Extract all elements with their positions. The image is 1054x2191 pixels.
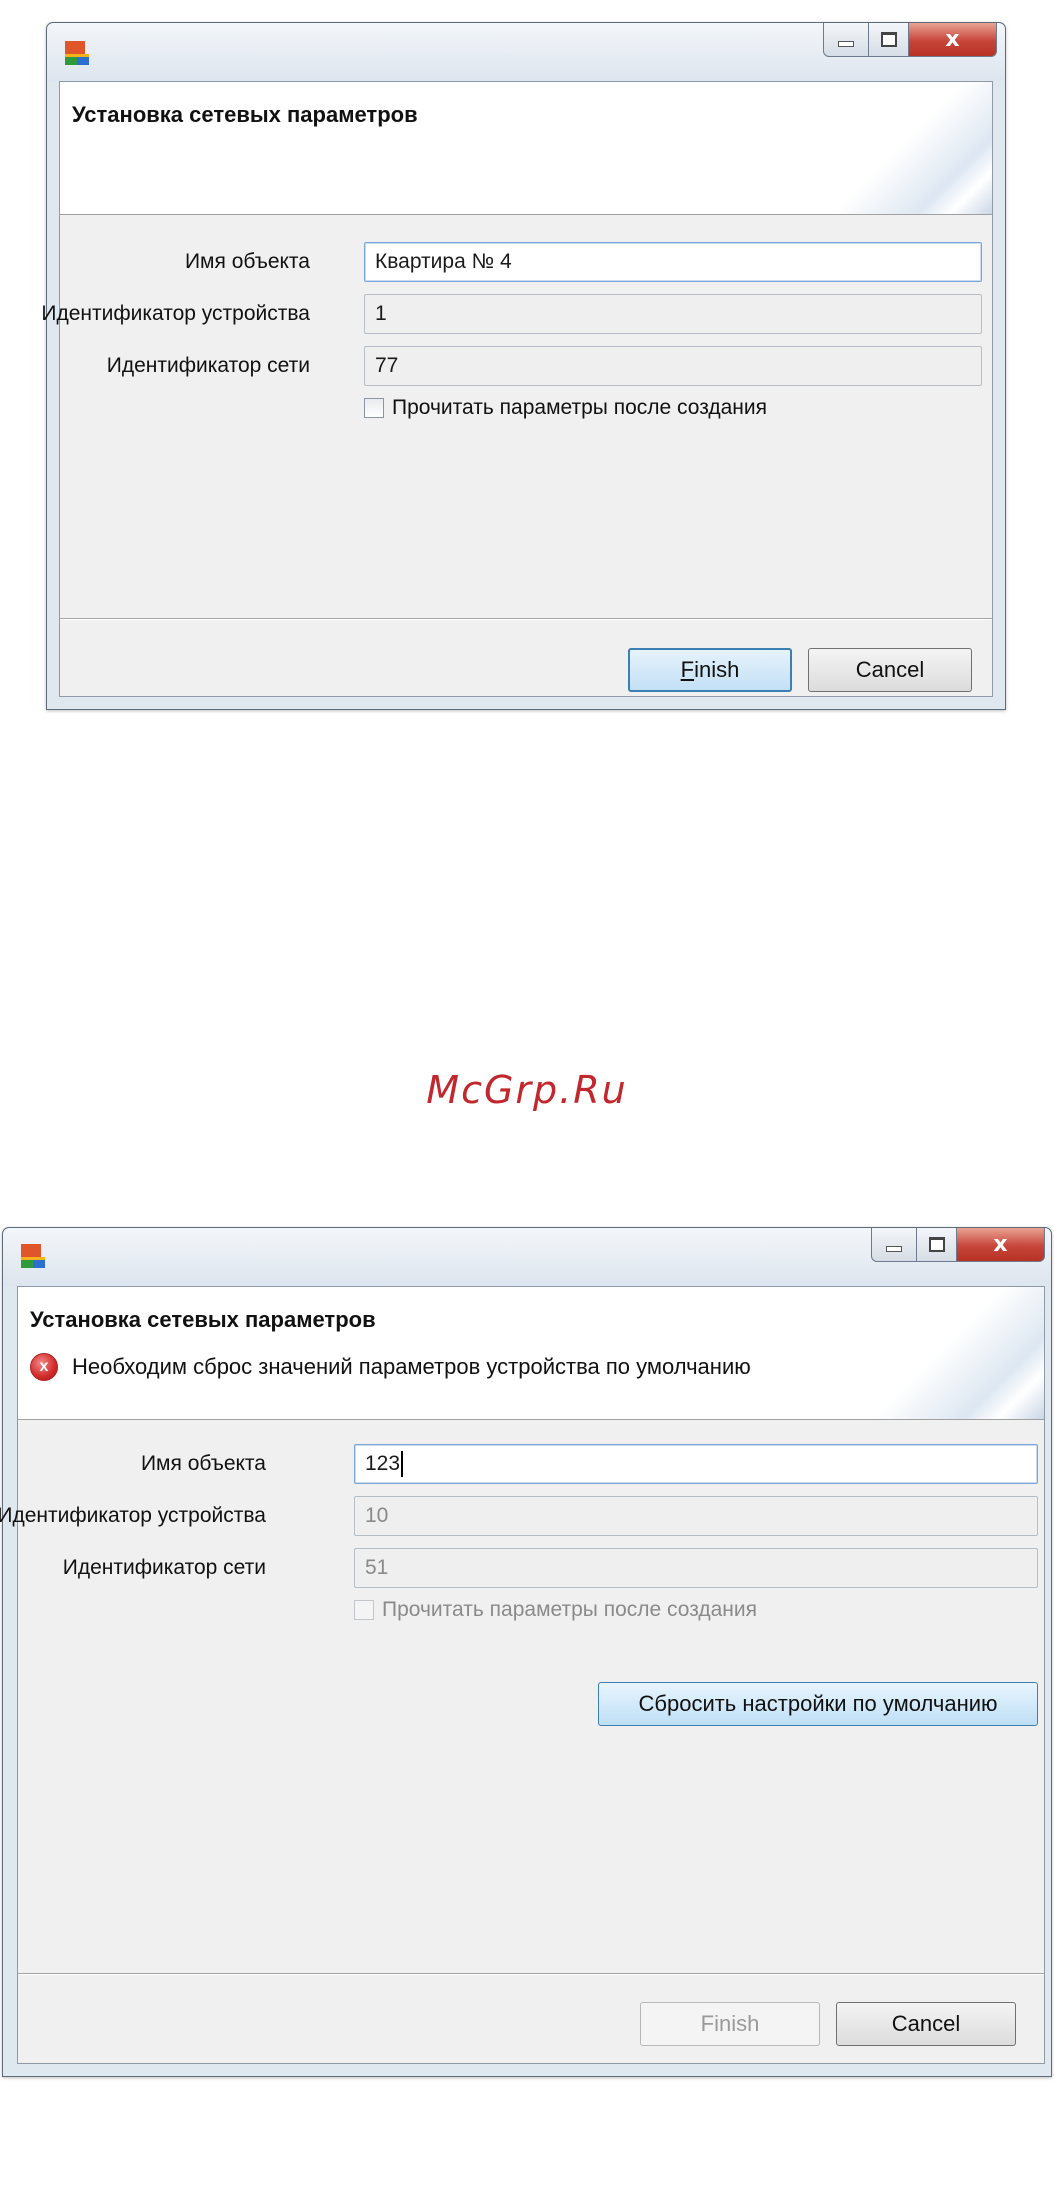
object-name-label: Имя объекта — [184, 250, 310, 273]
minimize-button[interactable] — [871, 1228, 917, 1262]
cancel-button[interactable]: Cancel — [808, 648, 972, 692]
maximize-icon — [928, 1237, 945, 1252]
page-title: Установка сетевых параметров — [72, 102, 418, 127]
maximize-button[interactable] — [869, 23, 909, 57]
window-controls: x — [823, 23, 997, 57]
header-banner: Установка сетевых параметров — [60, 82, 992, 215]
form-row-object-name: Имя объекта Квартира № 4 — [60, 240, 992, 284]
maximize-button[interactable] — [917, 1228, 957, 1262]
form-row-device-id: Идентификатор устройства 1 — [41, 292, 992, 336]
close-icon: x — [945, 27, 960, 52]
app-icon — [21, 1244, 45, 1268]
read-params-checkbox — [354, 1600, 374, 1620]
network-id-field: 77 — [364, 346, 982, 386]
network-id-field: 51 — [354, 1548, 1038, 1588]
close-button[interactable]: x — [909, 23, 997, 57]
maximize-icon — [880, 32, 897, 47]
finish-button[interactable]: Finish — [628, 648, 792, 692]
close-icon: x — [993, 1232, 1008, 1257]
form-row-object-name: Имя объекта 123 — [18, 1442, 1044, 1486]
read-params-checkbox-label: Прочитать параметры после создания — [392, 396, 768, 419]
header-banner: Установка сетевых параметров x Необходим… — [18, 1287, 1044, 1420]
read-params-checkbox-row: Прочитать параметры после создания — [354, 1598, 757, 1622]
form-row-device-id: Идентификатор устройства 10 — [0, 1494, 1044, 1538]
button-bar-separator — [60, 618, 992, 620]
text-caret — [401, 1451, 404, 1478]
window-controls: x — [871, 1228, 1045, 1262]
cancel-button[interactable]: Cancel — [836, 2002, 1016, 2046]
device-id-label: Идентификатор устройства — [0, 1504, 266, 1527]
read-params-checkbox-row[interactable]: Прочитать параметры после создания — [364, 396, 767, 420]
close-button[interactable]: x — [957, 1228, 1045, 1262]
network-settings-dialog-1: x Установка сетевых параметров Имя объек… — [41, 22, 1006, 710]
page-title: Установка сетевых параметров — [30, 1307, 376, 1332]
finish-mnemonic: F — [680, 657, 695, 682]
title-bar: x — [47, 23, 1005, 81]
app-icon — [65, 41, 89, 65]
object-name-label: Имя объекта — [140, 1452, 266, 1475]
button-bar-separator — [18, 1973, 1044, 1975]
reset-defaults-button[interactable]: Сбросить настройки по умолчанию — [598, 1682, 1038, 1726]
minimize-icon — [838, 40, 854, 47]
dialog-client-area: Установка сетевых параметров Имя объекта… — [41, 81, 993, 697]
error-message: x Необходим сброс значений параметров ус… — [30, 1353, 751, 1381]
device-id-label: Идентификатор устройства — [41, 302, 310, 325]
object-name-value: 123 — [365, 1452, 401, 1475]
error-message-text: Необходим сброс значений параметров устр… — [72, 1354, 751, 1379]
device-id-field: 1 — [364, 294, 982, 334]
form-row-network-id: Идентификатор сети 51 — [18, 1546, 1044, 1590]
device-id-field: 10 — [354, 1496, 1038, 1536]
network-id-label: Идентификатор сети — [106, 354, 310, 377]
title-bar: x — [3, 1228, 1051, 1286]
dialog-client-area: Установка сетевых параметров x Необходим… — [0, 1286, 1045, 2064]
read-params-checkbox-label: Прочитать параметры после создания — [382, 1598, 758, 1621]
minimize-icon — [886, 1245, 902, 1252]
watermark: McGrp.Ru — [426, 1068, 628, 1112]
error-icon: x — [30, 1353, 58, 1381]
object-name-input[interactable]: 123 — [354, 1444, 1038, 1484]
object-name-input[interactable]: Квартира № 4 — [364, 242, 982, 282]
form-row-network-id: Идентификатор сети 77 — [60, 344, 992, 388]
read-params-checkbox[interactable] — [364, 398, 384, 418]
minimize-button[interactable] — [823, 23, 869, 57]
finish-label: inish — [694, 657, 740, 682]
network-settings-dialog-2: x Установка сетевых параметров x Необход… — [0, 1227, 1052, 2077]
network-id-label: Идентификатор сети — [62, 1556, 266, 1579]
finish-button: Finish — [640, 2002, 820, 2046]
